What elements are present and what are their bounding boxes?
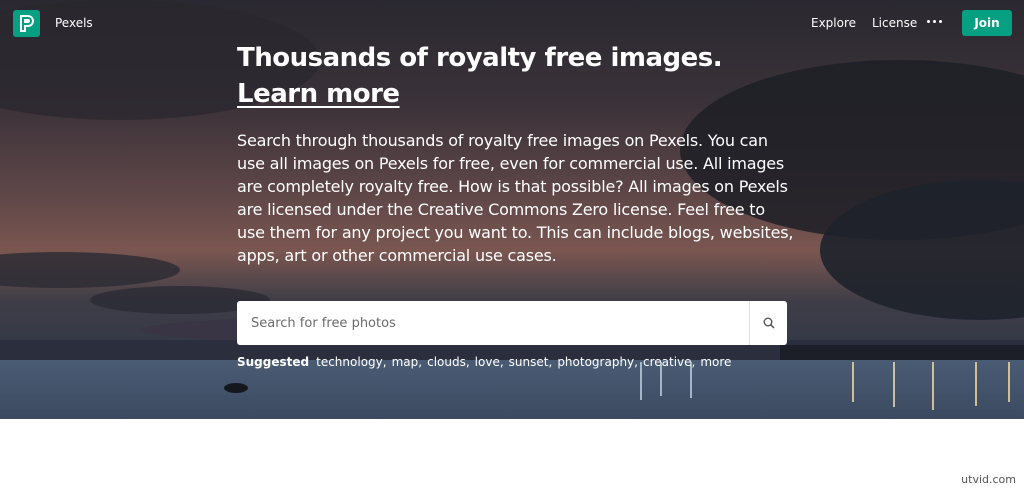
hero-section: Pexels Explore License Join Thousands of… [0, 0, 1024, 419]
suggested-tag[interactable]: technology [316, 355, 383, 369]
hero-description: Search through thousands of royalty free… [237, 131, 794, 265]
nav-explore-link[interactable]: Explore [811, 16, 856, 30]
nav-license-link[interactable]: License [872, 16, 917, 30]
page-title: Thousands of royalty free images. Learn … [237, 40, 797, 112]
learn-more-link[interactable]: Learn more [237, 79, 400, 109]
brand-name[interactable]: Pexels [55, 16, 93, 30]
headline-text: Thousands of royalty free images. [237, 43, 723, 73]
search-input[interactable] [237, 301, 749, 345]
suggested-tag[interactable]: love [475, 355, 500, 369]
pexels-logo-icon [20, 15, 34, 32]
suggested-tag[interactable]: creative [643, 355, 692, 369]
search-icon [763, 317, 775, 329]
suggested-tag[interactable]: clouds [427, 355, 466, 369]
search-bar [237, 301, 787, 345]
suggested-searches: Suggested technology, map, clouds, love,… [237, 355, 732, 369]
suggested-more-link[interactable]: more [700, 355, 731, 369]
join-button[interactable]: Join [962, 10, 1012, 36]
search-button[interactable] [749, 301, 787, 345]
suggested-tag[interactable]: photography [557, 355, 634, 369]
watermark: utvid.com [961, 473, 1016, 486]
suggested-tag[interactable]: map [392, 355, 419, 369]
pexels-logo[interactable] [13, 10, 40, 37]
suggested-label: Suggested [237, 355, 310, 369]
more-menu-icon[interactable] [927, 14, 943, 28]
suggested-tag[interactable]: sunset [509, 355, 549, 369]
